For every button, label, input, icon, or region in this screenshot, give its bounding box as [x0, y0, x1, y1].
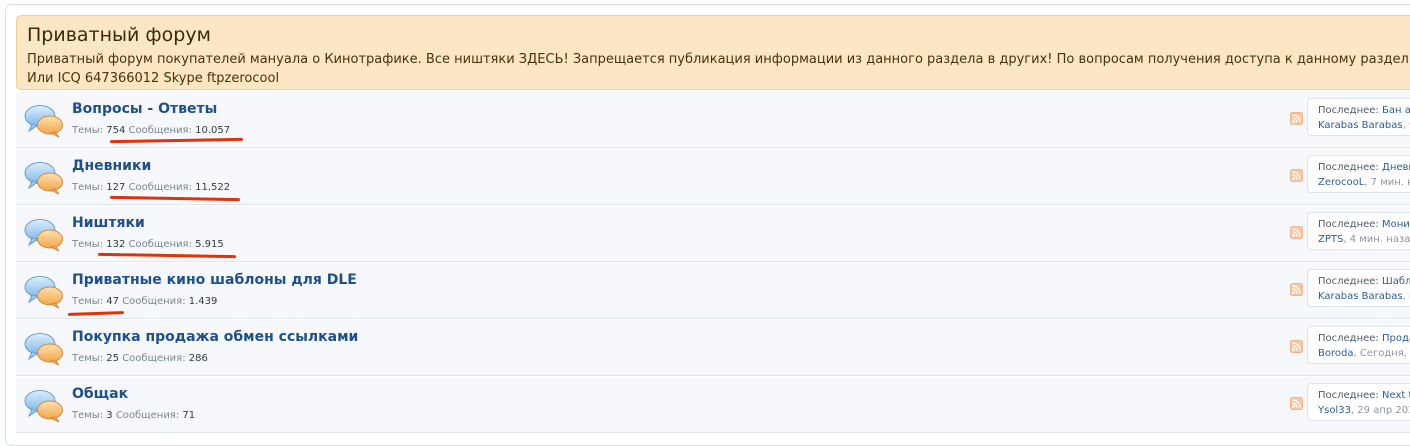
last-post-title-link[interactable]: Next t — [1382, 390, 1410, 401]
forum-row-2: Дневники Темы: 127 Сообщения: 11.522 Пос… — [16, 149, 1410, 205]
messages-label: Сообщения: — [128, 239, 192, 250]
category-header: Приватный форум Приватный форум покупате… — [16, 15, 1410, 90]
forum-row-6: Общак Темы: 3 Сообщения: 71 Последнее: N… — [16, 377, 1410, 433]
last-post-box: Последнее: Монит ZPTS, 4 мин. назад — [1307, 212, 1410, 250]
messages-count: 5.915 — [195, 239, 224, 250]
last-post-title-link[interactable]: Шабло — [1382, 276, 1410, 287]
forum-bubbles-icon — [24, 333, 63, 366]
messages-label: Сообщения: — [128, 125, 192, 136]
forum-bubbles-icon — [24, 219, 63, 252]
last-post-user-link[interactable]: Boroda — [1318, 348, 1353, 359]
forum-bubbles-icon — [24, 276, 63, 309]
topics-label: Темы: — [72, 239, 104, 250]
last-post-label: Последнее: — [1318, 333, 1379, 344]
topics-label: Темы: — [72, 182, 104, 193]
messages-label: Сообщения: — [128, 182, 192, 193]
topics-label: Темы: — [72, 125, 104, 136]
last-post-user-link[interactable]: Karabas Barabas — [1318, 291, 1403, 302]
forum-stats: Темы: 3 Сообщения: 71 — [72, 410, 195, 421]
last-post-time: , ч — [1402, 120, 1410, 131]
messages-label: Сообщения: — [115, 410, 180, 421]
messages-count: 11.522 — [195, 182, 231, 193]
category-description: Приватный форум покупателей мануала о Ки… — [27, 50, 1410, 88]
last-post-label: Последнее: — [1318, 219, 1379, 230]
forum-title-link[interactable]: Общак — [72, 386, 128, 402]
last-post-label: Последнее: — [1318, 105, 1379, 116]
rss-icon[interactable] — [1290, 397, 1303, 410]
forum-row-5: Покупка продажа обмен ссылками Темы: 25 … — [16, 320, 1410, 376]
messages-count: 286 — [188, 353, 208, 364]
last-post-label: Последнее: — [1318, 162, 1379, 173]
last-post-user-link[interactable]: Karabas Barabas — [1318, 120, 1403, 131]
topics-label: Темы: — [72, 296, 104, 307]
last-post-user-link[interactable]: ZPTS — [1318, 234, 1343, 245]
messages-count: 10.057 — [195, 125, 231, 136]
topics-count: 25 — [106, 353, 119, 364]
topics-label: Темы: — [72, 410, 104, 421]
forum-row-3: Ништяки Темы: 132 Сообщения: 5.915 После… — [16, 206, 1410, 262]
forum-title-link[interactable]: Ништяки — [72, 215, 145, 231]
forum-bubbles-icon — [24, 390, 63, 423]
last-post-time: , 29 апр 201 — [1350, 405, 1410, 416]
last-post-box: Последнее: Дневн ZerocooL, 7 мин. н — [1307, 155, 1410, 193]
forum-title-link[interactable]: Покупка продажа обмен ссылками — [72, 329, 358, 345]
last-post-box: Последнее: Шабло Karabas Barabas, В — [1307, 269, 1410, 307]
topics-count: 3 — [106, 410, 113, 421]
forum-stats: Темы: 25 Сообщения: 286 — [72, 353, 208, 364]
forum-row-4: Приватные кино шаблоны для DLE Темы: 47 … — [16, 263, 1410, 319]
rss-icon[interactable] — [1290, 226, 1303, 239]
forum-stats: Темы: 132 Сообщения: 5.915 — [72, 239, 224, 250]
topics-count: 127 — [106, 182, 126, 193]
messages-label: Сообщения: — [122, 353, 186, 364]
last-post-title-link[interactable]: Бан ак — [1382, 105, 1410, 116]
topics-count: 47 — [106, 296, 119, 307]
category-description-line1: Приватный форум покупателей мануала о Ки… — [27, 52, 1409, 67]
last-post-time: , 4 мин. назад — [1343, 234, 1410, 245]
last-post-box: Последнее: Бан ак Karabas Barabas, ч — [1307, 98, 1410, 136]
forum-title-link[interactable]: Дневники — [72, 158, 151, 174]
forum-title-link[interactable]: Вопросы - Ответы — [72, 101, 217, 117]
last-post-user-link[interactable]: ZerocooL — [1318, 177, 1364, 188]
last-post-time: , 7 мин. н — [1364, 177, 1410, 188]
topics-count: 754 — [106, 125, 126, 136]
last-post-box: Последнее: Прода Boroda, Сегодня, в — [1307, 326, 1410, 364]
category-description-line2: Или ICQ 647366012 Skype ftpzerocool — [27, 71, 280, 86]
rss-icon[interactable] — [1290, 169, 1303, 182]
topics-label: Темы: — [72, 353, 104, 364]
forum-bubbles-icon — [24, 162, 63, 195]
topics-count: 132 — [106, 239, 126, 250]
rss-icon[interactable] — [1290, 283, 1303, 296]
forum-stats: Темы: 127 Сообщения: 11.522 — [72, 182, 230, 193]
last-post-label: Последнее: — [1318, 390, 1379, 401]
rss-icon[interactable] — [1290, 112, 1303, 125]
messages-count: 71 — [182, 410, 196, 421]
last-post-user-link[interactable]: Ysol33 — [1318, 405, 1351, 416]
rss-icon[interactable] — [1290, 340, 1303, 353]
last-post-box: Последнее: Next t Ysol33, 29 апр 201 — [1307, 383, 1410, 421]
forum-stats: Темы: 754 Сообщения: 10.057 — [72, 125, 230, 136]
forum-stats: Темы: 47 Сообщения: 1.439 — [72, 296, 217, 307]
last-post-time: , Сегодня, в — [1353, 348, 1410, 359]
category-title[interactable]: Приватный форум — [27, 24, 211, 46]
messages-count: 1.439 — [188, 296, 218, 307]
last-post-title-link[interactable]: Дневн — [1382, 162, 1410, 173]
last-post-title-link[interactable]: Монит — [1382, 219, 1410, 230]
last-post-time: , В — [1402, 291, 1410, 302]
last-post-title-link[interactable]: Прода — [1382, 333, 1410, 344]
messages-label: Сообщения: — [122, 296, 186, 307]
forum-title-link[interactable]: Приватные кино шаблоны для DLE — [72, 272, 357, 288]
last-post-label: Последнее: — [1318, 276, 1379, 287]
forum-bubbles-icon — [24, 105, 63, 138]
